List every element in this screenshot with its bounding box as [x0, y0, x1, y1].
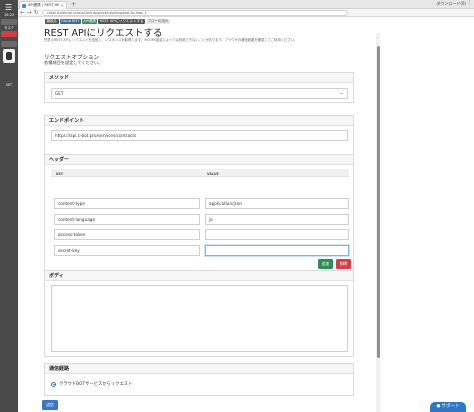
header-value-input[interactable]: ja [205, 214, 349, 225]
header-key-input[interactable]: content-type [54, 198, 200, 209]
app-sidebar: ☰ 10:23 タスク SET [0, 0, 18, 412]
sidebar-clock: 10:23 [3, 13, 15, 17]
breadcrumb-item[interactable]: Cloud BOT [59, 19, 81, 24]
breadcrumb-item[interactable]: フローの流れ [146, 19, 171, 24]
header-key-input[interactable]: content-language [54, 214, 200, 225]
header-value-input[interactable] [205, 229, 349, 240]
method-header: メソッド [45, 73, 353, 83]
endpoint-input[interactable]: https://api.c-bot.pro/services/contracts [51, 130, 348, 141]
route-card: 通信経路 クラウドBOTサービスからリクエスト [44, 363, 354, 396]
radio-selected-icon[interactable] [51, 381, 56, 387]
chat-icon: ● [436, 404, 441, 409]
route-option-label: クラウドBOTサービスからリクエスト [59, 382, 133, 387]
app-logo-icon[interactable] [3, 49, 15, 63]
support-button[interactable]: ●サポート [430, 402, 466, 412]
browser-titlebar: API連携 | REST APIにリクエ × + ダウンロード(0) ⋮ [0, 0, 474, 9]
endpoint-header: エンドポイント [45, 116, 353, 126]
column-header-value: VALUE [207, 172, 219, 176]
headers-table-head: KEY VALUE [51, 169, 349, 177]
headers-card: ヘッダー KEY VALUE content-type application/… [44, 154, 354, 276]
headers-header: ヘッダー [45, 155, 353, 165]
submit-button[interactable]: 送信 [42, 400, 58, 410]
support-label: サポート [441, 404, 460, 409]
downloads-indicator[interactable]: ダウンロード(0) [436, 1, 466, 7]
tab-title: API連携 | REST APIにリクエ [28, 3, 59, 7]
address-bar-row: ← → ↻ ctest-external.ccloud-bot.app/rest… [0, 9, 474, 17]
endpoint-card: エンドポイント https://api.c-bot.pro/services/c… [44, 115, 354, 156]
sidebar-item-label: タスク [4, 26, 14, 30]
header-value-input[interactable] [205, 245, 349, 256]
tab-close-icon[interactable]: × [61, 3, 64, 8]
breadcrumb-item[interactable]: API連携 [81, 19, 98, 24]
route-option[interactable]: クラウドBOTサービスからリクエスト [51, 381, 132, 387]
header-key-input[interactable]: secret-key [54, 245, 200, 256]
scrollbar-thumb[interactable] [376, 46, 380, 358]
add-row-button[interactable]: 追加 [318, 259, 333, 269]
chevron-down-icon: ⌄ [339, 90, 344, 96]
reload-icon[interactable]: ↻ [34, 10, 39, 16]
sidebar-item-active[interactable] [1, 31, 17, 37]
breadcrumb-item[interactable]: REST APIにリクエストする [98, 19, 146, 24]
url-field[interactable]: ctest-external.ccloud-bot.app/rest-api/r… [42, 10, 348, 16]
column-header-key: KEY [56, 172, 64, 176]
section-subtitle: 各種項目を設定してください。 [44, 60, 103, 65]
sidebar-item-label-set[interactable]: SET [1, 83, 17, 87]
header-key-input[interactable]: access-token [54, 229, 200, 240]
page-description: 任意のREST APIにリクエストを送信し、レスポンスを取得します。※CORS設… [44, 38, 298, 42]
hamburger-menu-icon[interactable]: ☰ [5, 3, 12, 12]
breadcrumb-item[interactable]: 機能名 [45, 19, 59, 24]
browser-tab[interactable]: API連携 | REST APIにリクエ × [19, 1, 67, 9]
method-card: メソッド GET ⌄ [44, 72, 354, 103]
new-tab-button[interactable]: + [71, 1, 76, 8]
sidebar-item-secondary[interactable] [1, 41, 17, 47]
back-icon[interactable]: ← [20, 10, 25, 16]
body-card: ボディ [44, 270, 354, 357]
window-menu-icon[interactable]: ⋮ [467, 0, 472, 6]
body-header: ボディ [45, 271, 353, 281]
page-scrollbar[interactable] [376, 33, 380, 412]
method-select[interactable]: GET ⌄ [51, 88, 348, 99]
forward-icon[interactable]: → [27, 10, 32, 16]
header-value-input[interactable]: application/json [205, 198, 349, 209]
delete-row-button[interactable]: 削除 [336, 259, 351, 269]
breadcrumb: 機能名 Cloud BOT API連携 REST APIにリクエストする フロー… [45, 19, 171, 24]
method-select-value: GET [55, 91, 64, 96]
route-header: 通信経路 [45, 364, 353, 374]
tab-favicon-icon [22, 3, 26, 8]
body-textarea[interactable] [51, 285, 348, 352]
